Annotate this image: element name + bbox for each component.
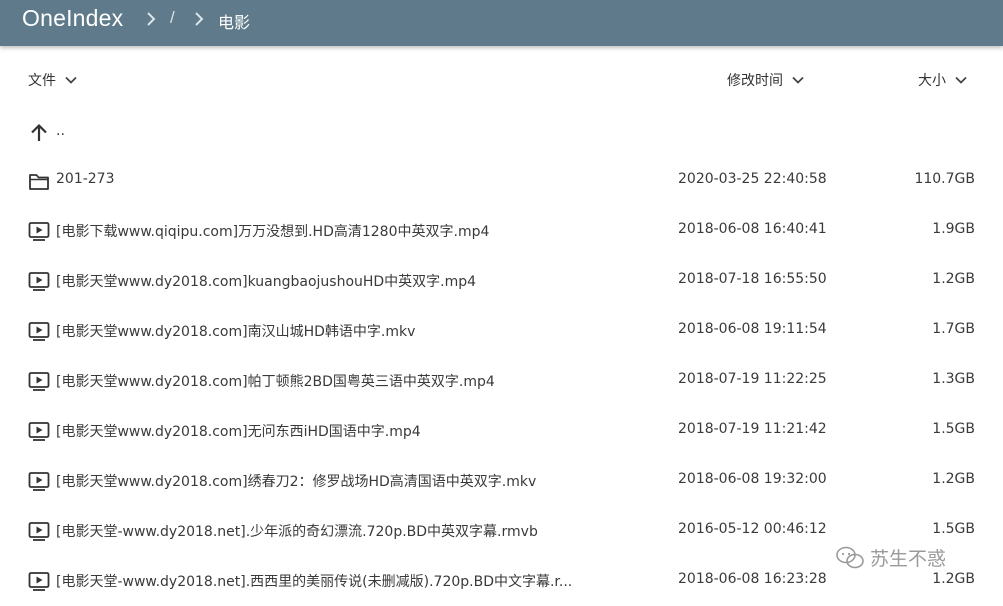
sort-by-name-header[interactable]: 文件 [28,70,78,90]
chevron-down-icon [955,76,967,84]
video-file-icon [28,272,50,291]
wechat-icon [836,546,864,568]
video-file-icon [28,322,50,341]
file-name: [电影天堂www.dy2018.com]南汉山城HD韩语中字.mkv [56,324,416,340]
file-name: [电影下载www.qiqipu.com]万万没想到.HD高清1280中英双字.m… [56,224,490,240]
file-row[interactable]: [电影天堂www.dy2018.com]kuangbaojushouHD中英双字… [0,256,1003,306]
file-modified-date: 2018-06-08 19:11:54 [678,321,827,337]
chevron-right-icon [191,11,207,27]
file-modified-date: 2018-07-19 11:21:42 [678,421,827,437]
file-size: 110.7GB [914,171,975,187]
parent-link-label: .. [56,123,65,139]
file-modified-date: 2018-06-08 19:32:00 [678,471,827,487]
file-name: [电影天堂www.dy2018.com]帕丁顿熊2BD国粤英三语中英双字.mp4 [56,374,495,390]
file-modified-date: 2018-07-18 16:55:50 [678,271,827,287]
column-modified-label: 修改时间 [727,73,783,89]
parent-directory-row[interactable]: .. [0,108,1003,158]
arrow-up-icon [31,123,47,141]
watermark: 苏生不惑 [836,544,946,571]
file-name: [电影天堂www.dy2018.com]无问东西iHD国语中字.mp4 [56,424,421,440]
folder-row[interactable]: 201-273 2020-03-25 22:40:58 110.7GB [0,156,1003,206]
file-row[interactable]: [电影天堂www.dy2018.com]帕丁顿熊2BD国粤英三语中英双字.mp4… [0,356,1003,406]
file-size: 1.3GB [932,371,975,387]
file-modified-date: 2020-03-25 22:40:58 [678,171,827,187]
sort-by-size-header[interactable]: 大小 [918,70,968,90]
file-name: [电影天堂-www.dy2018.net].西西里的美丽传说(未删减版).720… [56,574,573,590]
file-name: 201-273 [56,171,115,187]
top-app-bar: OneIndex / 电影 [0,0,1003,46]
file-row[interactable]: [电影天堂www.dy2018.com]绣春刀2：修罗战场HD高清国语中英双字.… [0,456,1003,506]
file-size: 1.7GB [932,321,975,337]
breadcrumb-root[interactable]: / [170,8,175,28]
file-size: 1.2GB [932,271,975,287]
chevron-down-icon [65,76,77,84]
file-row[interactable]: [电影天堂www.dy2018.com]无问东西iHD国语中字.mp4 2018-… [0,406,1003,456]
breadcrumb-current[interactable]: 电影 [218,9,250,33]
video-file-icon [28,222,50,241]
file-modified-date: 2018-06-08 16:40:41 [678,221,827,237]
chevron-right-icon [143,11,159,27]
file-size: 1.2GB [932,571,975,587]
column-name-label: 文件 [28,73,56,89]
file-modified-date: 2018-07-19 11:22:25 [678,371,827,387]
video-file-icon [28,422,50,441]
column-size-label: 大小 [918,73,946,89]
chevron-down-icon [792,76,804,84]
file-modified-date: 2016-05-12 00:46:12 [678,521,827,537]
file-modified-date: 2018-06-08 16:23:28 [678,571,827,587]
watermark-text: 苏生不惑 [870,548,947,570]
video-file-icon [28,372,50,391]
file-row[interactable]: [电影天堂www.dy2018.com]南汉山城HD韩语中字.mkv 2018-0… [0,306,1003,356]
file-row[interactable]: [电影下载www.qiqipu.com]万万没想到.HD高清1280中英双字.m… [0,206,1003,256]
folder-icon [29,174,49,190]
file-name: [电影天堂www.dy2018.com]绣春刀2：修罗战场HD高清国语中英双字.… [56,474,537,490]
file-size: 1.5GB [932,421,975,437]
file-size: 1.9GB [932,221,975,237]
video-file-icon [28,472,50,491]
brand-title[interactable]: OneIndex [22,5,123,32]
file-size: 1.2GB [932,471,975,487]
file-name: [电影天堂-www.dy2018.net].少年派的奇幻漂流.720p.BD中英… [56,524,538,540]
video-file-icon [28,572,50,591]
video-file-icon [28,522,50,541]
sort-by-time-header[interactable]: 修改时间 [727,70,805,90]
list-header: 文件 修改时间 大小 [0,64,1003,96]
file-name: [电影天堂www.dy2018.com]kuangbaojushouHD中英双字… [56,274,477,290]
file-size: 1.5GB [932,521,975,537]
